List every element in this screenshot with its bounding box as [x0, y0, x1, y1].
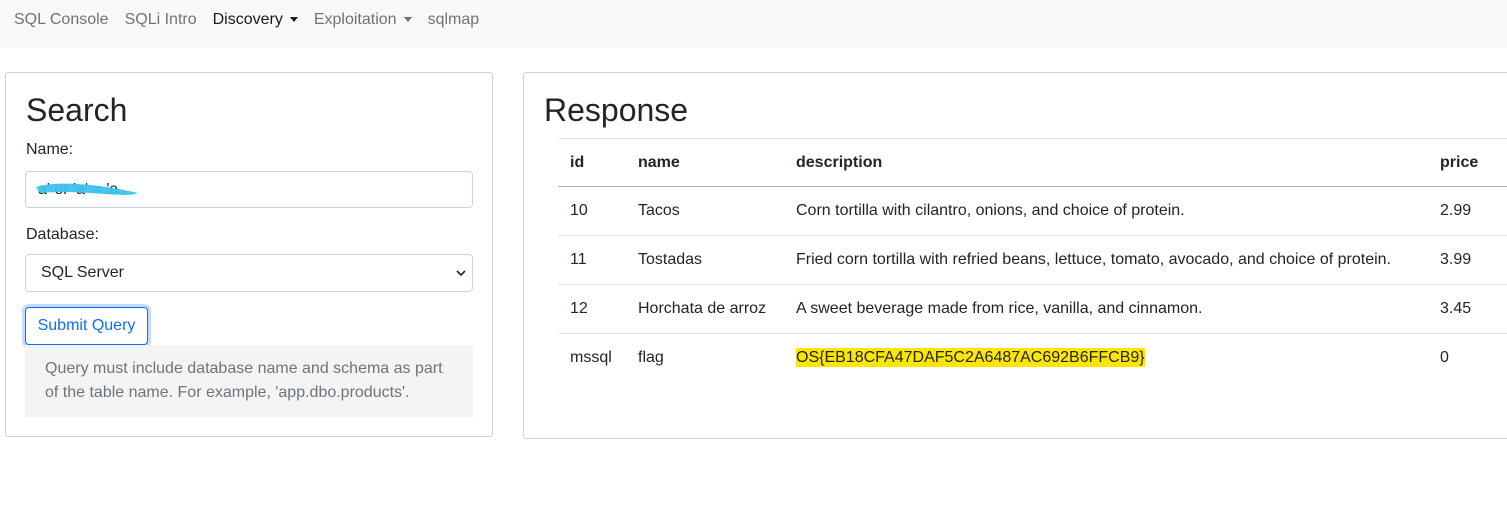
flag-value-highlighted: OS{EB18CFA47DAF5C2A6487AC692B6FFCB9}: [796, 348, 1145, 367]
cell-id: 11: [558, 235, 626, 285]
response-title: Response: [544, 92, 689, 128]
top-navbar: SQL Console SQLi Intro Discovery Exploit…: [0, 0, 1507, 48]
nav-sqlmap[interactable]: sqlmap: [428, 10, 480, 30]
table-header-row: id name description price: [558, 138, 1507, 187]
table-row: 11 Tostadas Fried corn tortilla with ref…: [558, 235, 1507, 285]
column-header-description: description: [784, 138, 1428, 187]
cell-description: Fried corn tortilla with refried beans, …: [784, 235, 1428, 285]
cell-price: 0: [1428, 333, 1507, 382]
cell-id: mssql: [558, 333, 626, 382]
column-header-name: name: [626, 138, 784, 187]
column-header-id: id: [558, 138, 626, 187]
caret-down-icon: [403, 16, 412, 22]
nav-discovery-label: Discovery: [212, 11, 283, 28]
nav-exploitation-label: Exploitation: [313, 11, 397, 28]
cell-price: 3.45: [1428, 284, 1507, 334]
cell-price: 2.99: [1428, 186, 1507, 236]
column-header-price: price: [1428, 138, 1507, 187]
table-row: 12 Horchata de arroz A sweet beverage ma…: [558, 284, 1507, 334]
response-card: Response id name description price 10 Ta…: [523, 72, 1507, 439]
database-label: Database:: [26, 226, 99, 243]
cell-description: A sweet beverage made from rice, vanilla…: [784, 284, 1428, 334]
search-card: Search Name: a' or 'a' = 'a Database: SQ…: [5, 72, 493, 437]
search-title: Search: [26, 92, 128, 128]
cell-price: 3.99: [1428, 235, 1507, 285]
table-row: 10 Tacos Corn tortilla with cilantro, on…: [558, 186, 1507, 236]
cell-name: Horchata de arroz: [626, 284, 784, 334]
cell-name: Tacos: [626, 186, 784, 236]
cell-name: Tostadas: [626, 235, 784, 285]
table-row: mssql flag OS{EB18CFA47DAF5C2A6487AC692B…: [558, 333, 1507, 382]
help-text: Query must include database name and sch…: [25, 345, 473, 417]
cell-description: OS{EB18CFA47DAF5C2A6487AC692B6FFCB9}: [784, 333, 1428, 382]
database-select[interactable]: SQL Server: [25, 254, 473, 292]
nav-discovery-dropdown[interactable]: Discovery: [213, 10, 298, 30]
name-label: Name:: [26, 141, 74, 158]
name-input[interactable]: a' or 'a' = 'a: [25, 171, 473, 208]
results-table: id name description price 10 Tacos Corn …: [558, 138, 1507, 382]
cell-description: Corn tortilla with cilantro, onions, and…: [784, 186, 1428, 236]
cell-id: 10: [558, 186, 626, 236]
database-selected-value: SQL Server: [41, 264, 124, 281]
nav-sql-console[interactable]: SQL Console: [14, 10, 109, 30]
chevron-down-icon: [456, 270, 466, 277]
nav-sqli-intro[interactable]: SQLi Intro: [125, 10, 197, 30]
submit-query-button[interactable]: Submit Query: [25, 307, 148, 345]
caret-down-icon: [289, 16, 298, 22]
cell-id: 12: [558, 284, 626, 334]
nav-exploitation-dropdown[interactable]: Exploitation: [314, 10, 412, 30]
cell-name: flag: [626, 333, 784, 382]
